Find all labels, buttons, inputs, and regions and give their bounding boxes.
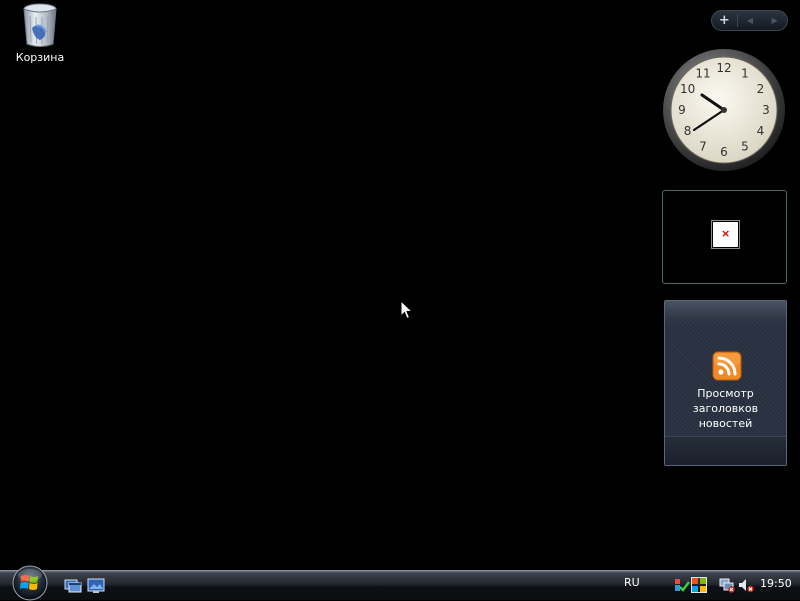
mouse-cursor-icon [400,300,414,320]
clock-numeral: 11 [695,67,710,81]
sidebar-controls: + ◀ ▶ [711,10,788,31]
clock-numeral: 1 [741,67,749,81]
feed-gadget-label-line2: новостей [698,417,753,430]
feed-gadget-label-line1: Просмотр заголовков [692,387,759,415]
taskbar-clock[interactable]: 19:50 [760,577,792,590]
volume-muted-icon[interactable] [738,577,754,593]
previous-gadget-page-button[interactable]: ◀ [738,11,763,30]
clock-numeral: 6 [720,145,728,159]
clock-numeral: 5 [741,139,749,153]
recycle-bin-label: Корзина [15,51,65,64]
language-indicator[interactable]: RU [624,576,640,589]
clock-numeral: 12 [716,61,731,75]
network-disconnected-icon[interactable] [719,577,735,593]
feed-gadget-label: Просмотр заголовков новостей [665,386,786,431]
desktop: Корзина + ◀ ▶ 12 12 3 45678 9 1011 [0,0,800,570]
clock-numeral: 2 [757,82,765,96]
empty-gadget[interactable]: × [662,190,787,284]
clock-gadget[interactable]: 12 12 3 45678 9 1011 [662,48,788,174]
security-center-icon[interactable] [674,577,690,593]
recycle-bin-icon [23,3,57,47]
gadget-footer-band [665,436,786,465]
clock-numeral: 3 [762,103,770,117]
clock-numeral: 8 [684,124,692,138]
feed-headlines-gadget[interactable]: Просмотр заголовков новостей [664,300,787,466]
gadget-header-band [665,301,786,317]
clock-numeral: 9 [678,103,686,117]
broken-image-icon: × [711,220,740,249]
clock-numeral: 10 [680,82,695,96]
clock-pin [721,107,727,113]
recycle-bin-shortcut[interactable]: Корзина [8,2,72,64]
clock-numeral: 4 [757,124,765,138]
clock-numeral: 7 [699,139,707,153]
broken-image-glyph: × [721,227,731,240]
start-button[interactable] [8,565,52,601]
add-gadget-button[interactable]: + [712,11,737,30]
next-gadget-page-button[interactable]: ▶ [762,11,787,30]
windows-update-icon[interactable] [691,577,707,593]
rss-feed-icon [712,351,742,381]
switch-windows-icon[interactable] [64,578,82,594]
show-desktop-icon[interactable] [87,578,105,594]
